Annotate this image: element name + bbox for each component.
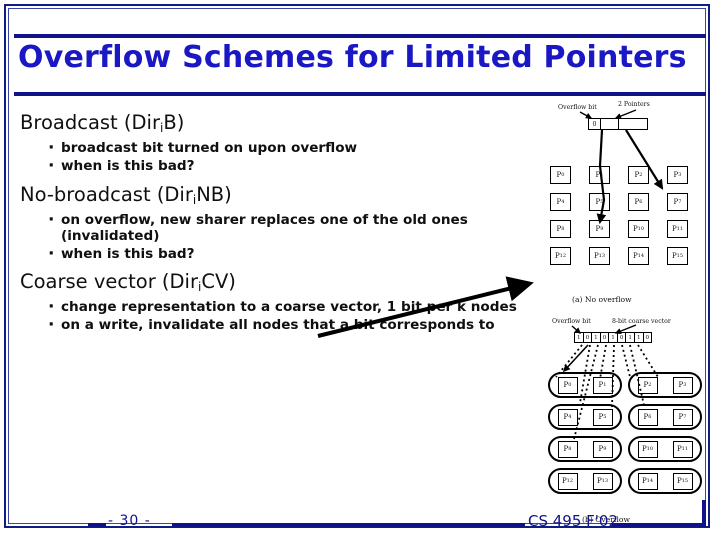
node-p2: P2	[637, 376, 658, 394]
pointer-cell-1	[601, 119, 619, 129]
section-heading-no-broadcast: No-broadcast (DiriNB)	[20, 182, 530, 208]
pod-p2-p3: P2 P3	[628, 372, 702, 398]
figure-a-node-grid: P0 P1 P2 P3 P4 P5 P6 P7 P8 P9 P 10 P 11 P1…	[550, 166, 702, 274]
node-p13: P 13	[589, 247, 610, 265]
overflow-bit-cell: 0	[589, 119, 601, 129]
node-p1: P1	[592, 376, 613, 394]
cv-bit: 1	[592, 333, 601, 342]
pod-p14-p15: P 14 P 15	[628, 468, 702, 494]
cv-bit: 1	[609, 333, 618, 342]
node-p14: P 14	[628, 247, 649, 265]
node-p5: P5	[592, 408, 613, 426]
node-row: P4 P5 P6 P7	[550, 193, 702, 211]
cv-bit: 1	[626, 333, 635, 342]
figure-b-node-pods: P0 P1 P2 P3 P4 P5 P6 P7 P 8 P 9 P 10 P 1…	[548, 372, 706, 500]
pointer-arrow-to-figure	[300, 268, 550, 348]
bullet-list-broadcast: broadcast bit turned on upon overflow wh…	[20, 138, 530, 176]
cv-bit: 0	[601, 333, 610, 342]
node-p3: P3	[672, 376, 693, 394]
cv-bit: 0	[645, 334, 650, 341]
node-p4: P4	[550, 193, 571, 211]
node-p12: P 12	[550, 247, 571, 265]
node-p15: P 15	[667, 247, 688, 265]
node-p0: P0	[557, 376, 578, 394]
node-p13: P 13	[592, 472, 613, 490]
node-p15: P 15	[672, 472, 693, 490]
node-p2: P2	[628, 166, 649, 184]
figure-overflow: Overflow bit 8-bit coarse vector 1 0 1 0…	[540, 318, 710, 530]
node-p1: P1	[589, 166, 610, 184]
figure-a-caption: (a) No overflow	[572, 295, 632, 304]
cv-bit: 0	[584, 333, 593, 342]
pod-row: P8 P9 P 10 P 11	[548, 436, 706, 462]
node-row: P 12 P 13 P 14 P 15	[550, 247, 702, 265]
node-p9: P9	[589, 220, 610, 238]
heading-tail: NB)	[196, 182, 232, 206]
pod-row: P4 P5 P6 P7	[548, 404, 706, 430]
page-title: Overflow Schemes for Limited Pointers	[18, 40, 687, 75]
cv-bit: 0	[618, 333, 627, 342]
node-p10: P 10	[628, 220, 649, 238]
bullet-item: when is this bad?	[48, 156, 530, 176]
node-p14: P 14	[637, 472, 658, 490]
heading-text: Coarse vector (Dir	[20, 269, 198, 293]
course-label: CS 495 F'02	[528, 512, 618, 530]
node-p11: P 11	[672, 440, 693, 458]
node-p3: P3	[667, 166, 688, 184]
node-p7: P7	[672, 408, 693, 426]
node-row: P0 P1 P2 P3	[550, 166, 702, 184]
footer-rule-middle	[172, 523, 525, 527]
bullet-item: on overflow, new sharer replaces one of …	[48, 210, 530, 244]
pod-row: P0 P1 P2 P3	[548, 372, 706, 398]
pod-p8-p9: P8 P9	[548, 436, 622, 462]
node-p4: P4	[557, 408, 578, 426]
page-number: - 30 -	[108, 513, 151, 529]
footer-rule-left	[88, 523, 106, 527]
pod-p0-p1: P0 P1	[548, 372, 622, 398]
node-p6: P6	[637, 408, 658, 426]
heading-text: No-broadcast (Dir	[20, 182, 193, 206]
bullet-item: when is this bad?	[48, 244, 530, 264]
pod-p6-p7: P6 P7	[628, 404, 702, 430]
heading-tail: B)	[163, 111, 185, 134]
node-p5: P5	[589, 193, 610, 211]
cv-bit: 1	[635, 333, 644, 342]
node-row: P8 P9 P 10 P 11	[550, 220, 702, 238]
cv-bit: 1	[575, 333, 584, 342]
footer-corner-tick	[702, 500, 706, 527]
pod-row: P 12 P 13 P 14 P 15	[548, 468, 706, 494]
heading-tail: CV)	[201, 269, 236, 293]
directory-entry-record: 0	[588, 118, 648, 130]
pod-p12-p13: P 12 P 13	[548, 468, 622, 494]
slide-canvas: Overflow Schemes for Limited Pointers Br…	[0, 0, 720, 540]
coarse-vector-bits: 1 0 1 0 1 0 1 1 0	[574, 332, 652, 343]
bullet-list-no-broadcast: on overflow, new sharer replaces one of …	[20, 210, 530, 264]
node-p6: P6	[628, 193, 649, 211]
node-p12: P 12	[557, 472, 578, 490]
section-heading-broadcast: Broadcast (DiriB)	[20, 111, 530, 136]
pod-p4-p5: P4 P5	[548, 404, 622, 430]
heading-text: Broadcast (Dir	[20, 111, 160, 134]
node-p11: P 11	[667, 220, 688, 238]
footer-rule-right	[612, 523, 706, 527]
node-p7: P7	[667, 193, 688, 211]
node-p8: P8	[550, 220, 571, 238]
bullet-item: broadcast bit turned on upon overflow	[48, 138, 530, 158]
figure-no-overflow: Overflow bit 2 Pointers 0 P0 P1 P 2 P 3 …	[540, 101, 710, 309]
node-p0: P0	[550, 166, 571, 184]
node-p10: P 10	[637, 440, 658, 458]
node-p9: P9	[592, 440, 613, 458]
pointer-cell-2	[619, 119, 647, 129]
pod-p10-p11: P 10 P 11	[628, 436, 702, 462]
node-p8: P8	[557, 440, 578, 458]
